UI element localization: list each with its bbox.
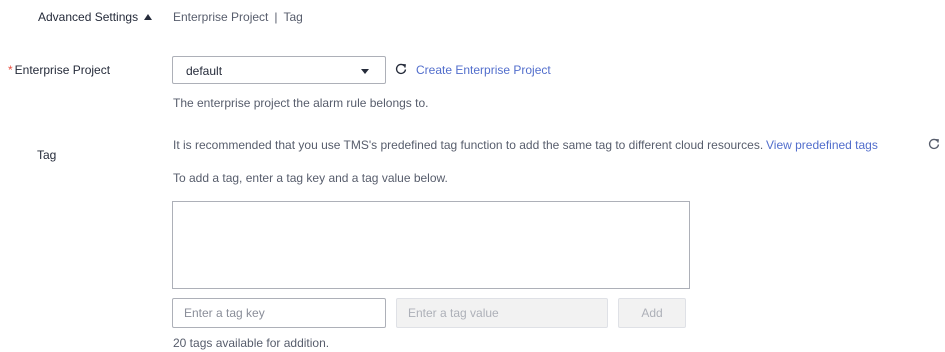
summary-item-enterprise-project: Enterprise Project: [173, 10, 269, 24]
caret-down-icon: [361, 69, 369, 74]
enterprise-project-hint: The enterprise project the alarm rule be…: [173, 96, 429, 110]
summary-item-tag: Tag: [283, 10, 303, 24]
advanced-settings-summary: Enterprise Project | Tag: [173, 10, 303, 24]
advanced-settings-toggle[interactable]: Advanced Settings: [38, 10, 153, 24]
refresh-icon[interactable]: [395, 63, 407, 78]
tag-key-input[interactable]: [172, 298, 386, 328]
tag-list-area: [172, 201, 690, 289]
enterprise-project-label-text: Enterprise Project: [14, 63, 111, 77]
tag-value-input[interactable]: [396, 298, 608, 328]
tag-instructions: To add a tag, enter a tag key and a tag …: [173, 171, 448, 185]
refresh-icon[interactable]: [928, 138, 940, 153]
caret-up-icon: [144, 14, 153, 20]
enterprise-project-select[interactable]: default: [172, 56, 386, 84]
enterprise-project-selected-value: default: [186, 64, 223, 78]
advanced-settings-label: Advanced Settings: [38, 10, 139, 24]
enterprise-project-label: * Enterprise Project: [8, 63, 110, 77]
create-enterprise-project-link[interactable]: Create Enterprise Project: [416, 63, 551, 77]
tags-available-count: 20 tags available for addition.: [173, 336, 330, 350]
required-asterisk: *: [8, 63, 13, 77]
tag-recommendation-text: It is recommended that you use TMS's pre…: [173, 138, 764, 152]
summary-separator: |: [274, 10, 278, 24]
add-tag-button[interactable]: Add: [618, 298, 686, 328]
tag-label: Tag: [37, 148, 57, 162]
view-predefined-tags-link[interactable]: View predefined tags: [766, 138, 878, 152]
